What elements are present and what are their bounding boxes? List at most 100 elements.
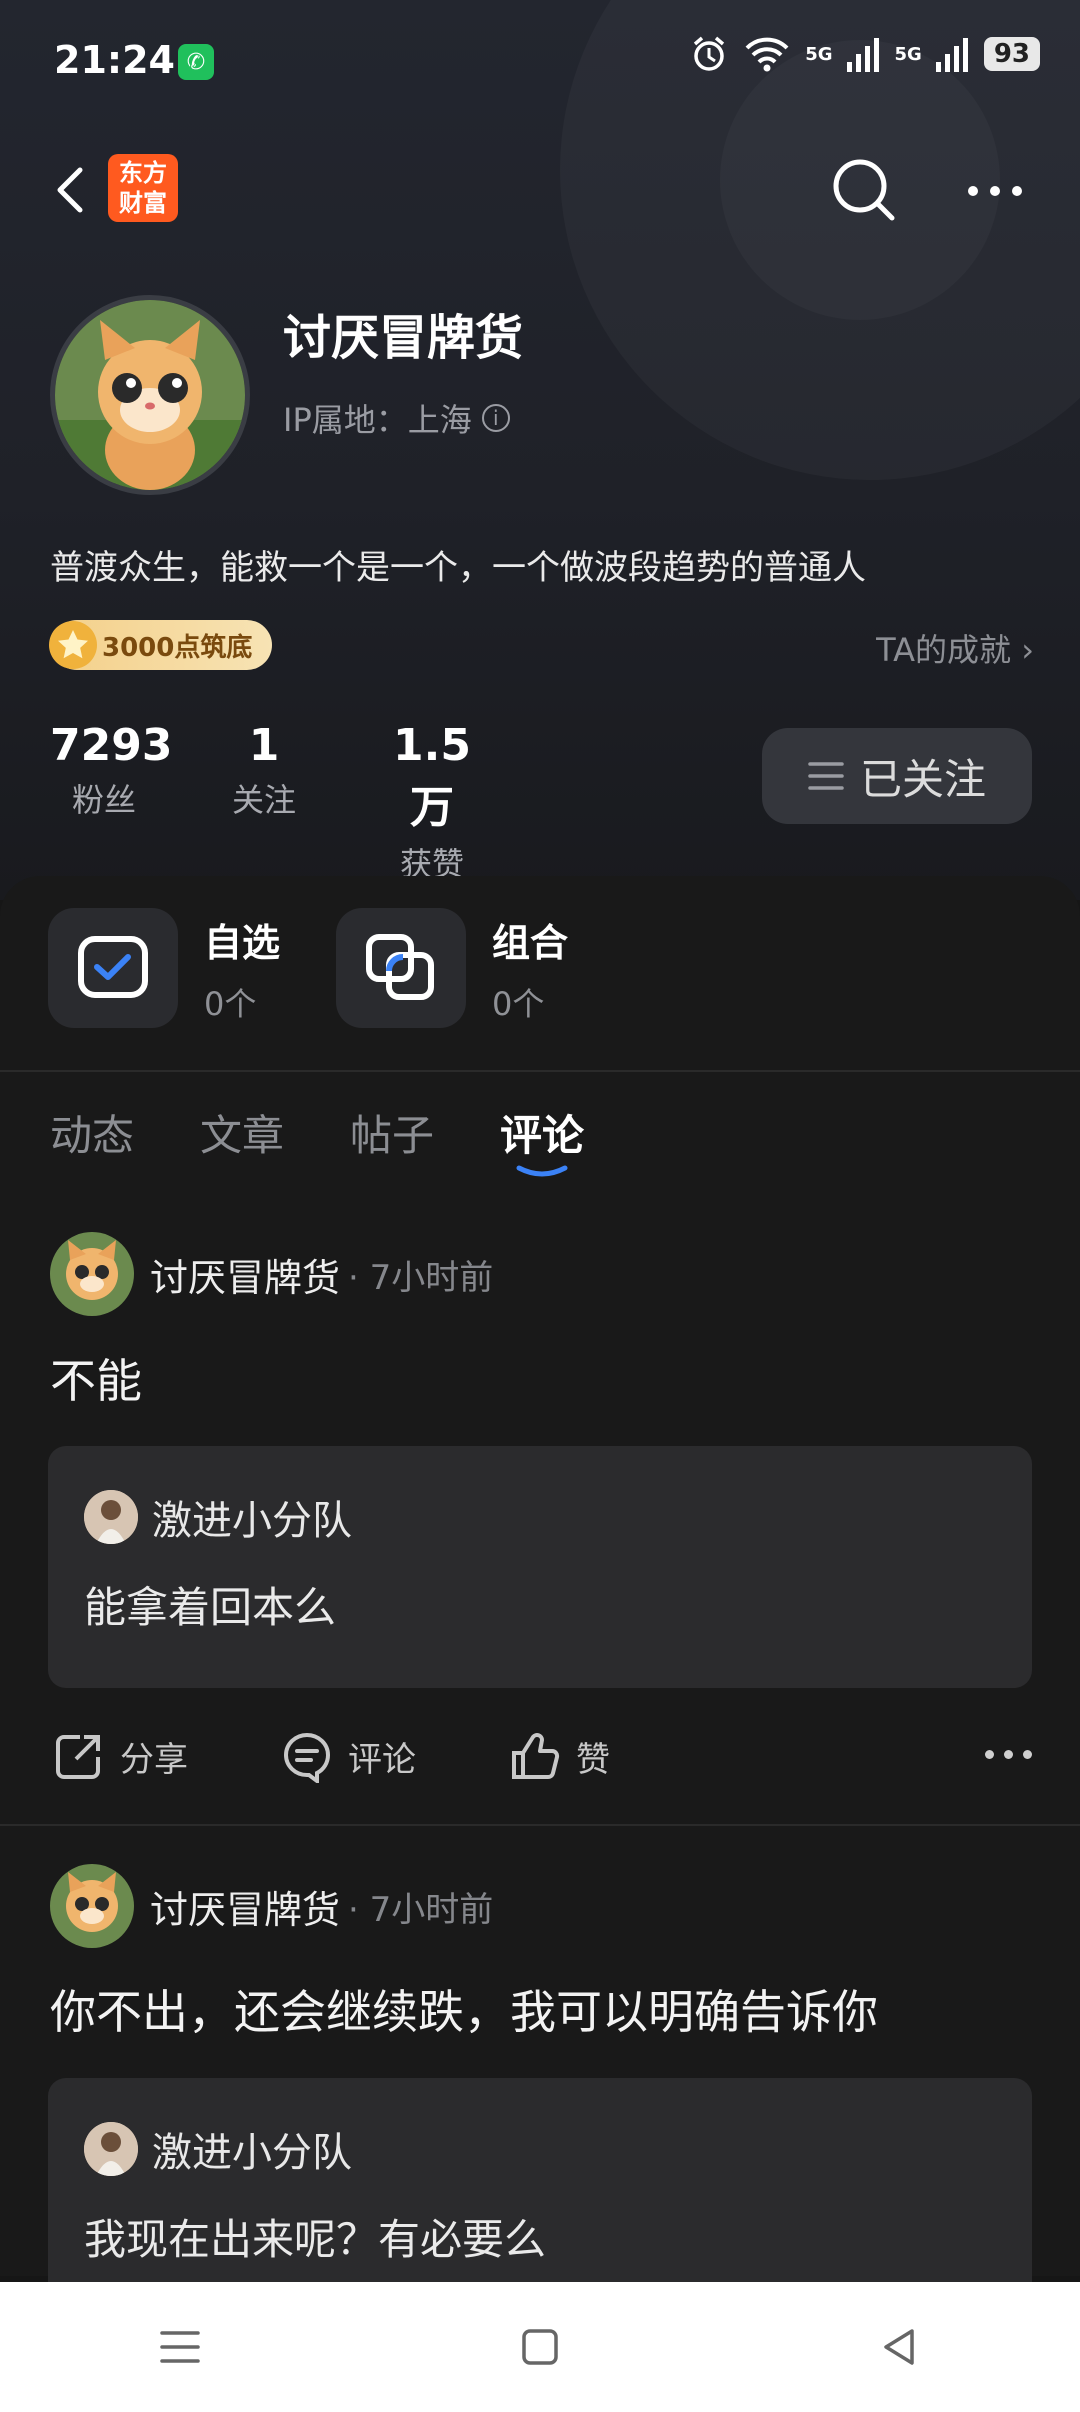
tab-articles[interactable]: 文章 bbox=[200, 1102, 284, 1163]
ip-location-text: IP属地：上海 bbox=[283, 401, 472, 439]
profile-name: 讨厌冒牌货 bbox=[283, 310, 524, 366]
quoted-author-name[interactable]: 激进小分队 bbox=[152, 1488, 352, 1546]
stat-following[interactable]: 1 关注 bbox=[218, 720, 310, 821]
system-navigation-bar bbox=[0, 2282, 1080, 2412]
post-text[interactable]: 不能 bbox=[50, 1345, 142, 1411]
more-dot-icon bbox=[990, 186, 1000, 196]
signal-5g-label: 5G bbox=[805, 43, 833, 65]
quoted-post[interactable]: 激进小分队 能拿着回本么 bbox=[48, 1446, 1032, 1688]
stat-value: 7293 bbox=[50, 720, 173, 771]
app-logo: 东方 财富 bbox=[108, 154, 178, 222]
post-text[interactable]: 你不出，还会继续跌，我可以明确告诉你 bbox=[50, 1976, 878, 2042]
follow-button-label: 已关注 bbox=[859, 754, 986, 804]
quick-item-count: 0个 bbox=[492, 984, 545, 1023]
recent-apps-button[interactable] bbox=[135, 2302, 225, 2392]
portfolio-icon bbox=[336, 908, 466, 1028]
stat-value: 1 bbox=[248, 720, 280, 771]
post-header: 讨厌冒牌货 · 7小时前 bbox=[50, 1864, 493, 1948]
author-avatar[interactable] bbox=[50, 1864, 134, 1948]
tab-posts[interactable]: 帖子 bbox=[350, 1102, 434, 1163]
comment-button[interactable]: 评论 bbox=[280, 1729, 416, 1783]
thumbs-up-icon bbox=[512, 1733, 560, 1779]
stat-value: 1.5万 bbox=[393, 720, 471, 833]
cat-avatar-image bbox=[55, 300, 245, 490]
top-navigation: 东方 财富 bbox=[0, 140, 1080, 240]
like-label: 赞 bbox=[576, 1739, 610, 1780]
cat-avatar-image bbox=[50, 1864, 134, 1948]
tab-dongtai[interactable]: 动态 bbox=[50, 1102, 134, 1163]
achievement-badge[interactable]: 3000点筑底 bbox=[49, 620, 272, 670]
post-time: · 7小时前 bbox=[348, 1257, 494, 1298]
quick-item-count: 0个 bbox=[204, 984, 257, 1023]
tab-comments[interactable]: 评论 bbox=[500, 1102, 584, 1177]
watchlist-check-icon bbox=[48, 908, 178, 1028]
signal-5g-label: 5G bbox=[894, 43, 922, 65]
ip-location: IP属地：上海 i bbox=[283, 395, 510, 441]
stat-followers[interactable]: 7293 粉丝 bbox=[50, 720, 173, 821]
quick-item-title: 自选 bbox=[204, 920, 281, 965]
info-icon[interactable]: i bbox=[481, 404, 510, 432]
quoted-text: 我现在出来呢？有必要么 bbox=[84, 2215, 547, 2264]
post-time: · 7小时前 bbox=[348, 1889, 494, 1930]
post-author-name[interactable]: 讨厌冒牌货 bbox=[150, 1879, 340, 1934]
person-avatar-image bbox=[84, 2122, 138, 2176]
quoted-author-avatar bbox=[84, 1490, 138, 1544]
author-avatar[interactable] bbox=[50, 1232, 134, 1316]
stat-label: 粉丝 bbox=[71, 781, 136, 819]
more-dot-icon bbox=[1012, 186, 1022, 196]
status-time: 21:24 bbox=[54, 38, 175, 82]
menu-icon bbox=[160, 2331, 200, 2363]
stat-label: 关注 bbox=[231, 781, 296, 819]
home-square-icon bbox=[522, 2329, 558, 2365]
cat-avatar-image bbox=[50, 1232, 134, 1316]
follow-button[interactable]: 已关注 bbox=[762, 728, 1032, 824]
share-icon bbox=[56, 1735, 100, 1779]
person-avatar-image bbox=[84, 1490, 138, 1544]
battery-level: 93 bbox=[983, 37, 1040, 71]
signal-bars-icon bbox=[846, 38, 879, 72]
signal-bars-icon bbox=[935, 38, 968, 72]
alarm-icon bbox=[694, 36, 725, 71]
quick-item-portfolio[interactable]: 组合 0个 bbox=[336, 908, 568, 1028]
quoted-author-name[interactable]: 激进小分队 bbox=[152, 2120, 352, 2178]
quick-item-watchlist[interactable]: 自选 0个 bbox=[48, 908, 280, 1028]
quick-item-title: 组合 bbox=[492, 920, 569, 965]
active-tab-indicator bbox=[516, 1165, 568, 1177]
logo-text-bottom: 财富 bbox=[119, 189, 167, 217]
share-label: 分享 bbox=[120, 1739, 188, 1780]
badge-star-icon bbox=[49, 621, 97, 669]
triangle-back-icon bbox=[884, 2329, 914, 2365]
comment-label: 评论 bbox=[348, 1739, 416, 1780]
comment-icon bbox=[284, 1732, 331, 1783]
post-more-button[interactable] bbox=[985, 1750, 1032, 1759]
post-actions: 分享 评论 赞 bbox=[52, 1726, 1032, 1786]
more-dot-icon bbox=[985, 1750, 994, 1759]
status-bar: 21:24 ✆ 5G 5G 93 bbox=[0, 0, 1080, 120]
back-nav-button[interactable] bbox=[855, 2302, 945, 2392]
quoted-post-header: 激进小分队 bbox=[84, 2120, 352, 2178]
status-icons: 5G 5G 93 bbox=[689, 34, 1040, 74]
more-dot-icon bbox=[1023, 1750, 1032, 1759]
menu-lines-icon bbox=[808, 762, 844, 790]
chevron-left-icon bbox=[57, 167, 83, 213]
logo-text-top: 东方 bbox=[119, 159, 167, 187]
quoted-post-header: 激进小分队 bbox=[84, 1488, 352, 1546]
profile-avatar[interactable] bbox=[50, 295, 250, 495]
more-options-button[interactable] bbox=[960, 176, 1030, 206]
like-button[interactable]: 赞 bbox=[508, 1729, 610, 1783]
wechat-notification-icon: ✆ bbox=[178, 44, 214, 80]
share-button[interactable]: 分享 bbox=[52, 1729, 188, 1783]
quoted-text: 能拿着回本么 bbox=[84, 1583, 337, 1632]
home-button[interactable] bbox=[495, 2302, 585, 2392]
post-header: 讨厌冒牌货 · 7小时前 bbox=[50, 1232, 493, 1316]
search-button[interactable] bbox=[826, 152, 902, 228]
search-icon bbox=[833, 159, 895, 221]
content-tabs: 动态 文章 帖子 评论 bbox=[50, 1102, 584, 1177]
back-button[interactable] bbox=[44, 160, 104, 220]
post-divider bbox=[0, 1824, 1080, 1826]
post-author-name[interactable]: 讨厌冒牌货 bbox=[150, 1247, 340, 1302]
badge-label: 3000点筑底 bbox=[102, 632, 253, 663]
section-divider bbox=[0, 1070, 1080, 1072]
stat-likes: 1.5万 获赞 bbox=[372, 720, 492, 885]
achievements-link[interactable]: TA的成就 › bbox=[876, 625, 1034, 671]
